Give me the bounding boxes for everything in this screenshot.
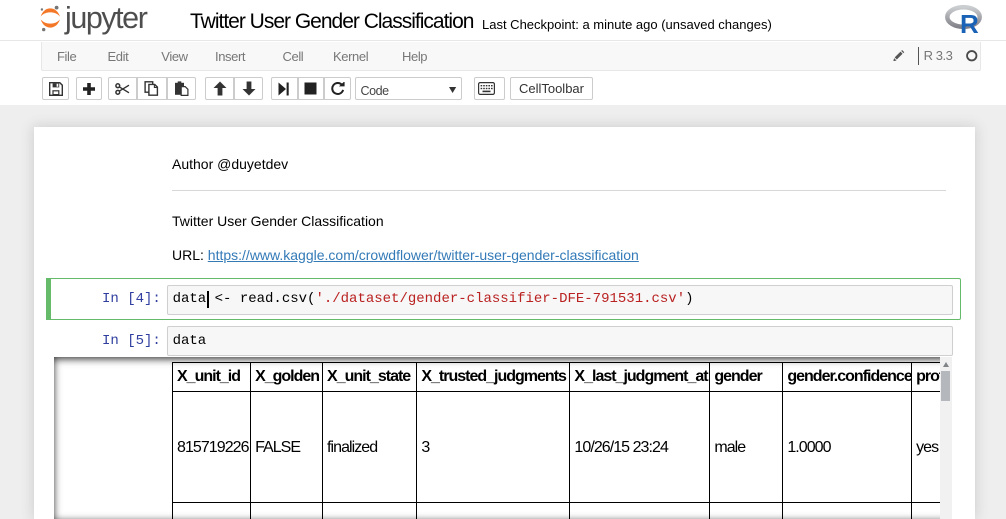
svg-text:jupyter: jupyter (64, 1, 148, 35)
svg-text:R: R (960, 9, 979, 34)
